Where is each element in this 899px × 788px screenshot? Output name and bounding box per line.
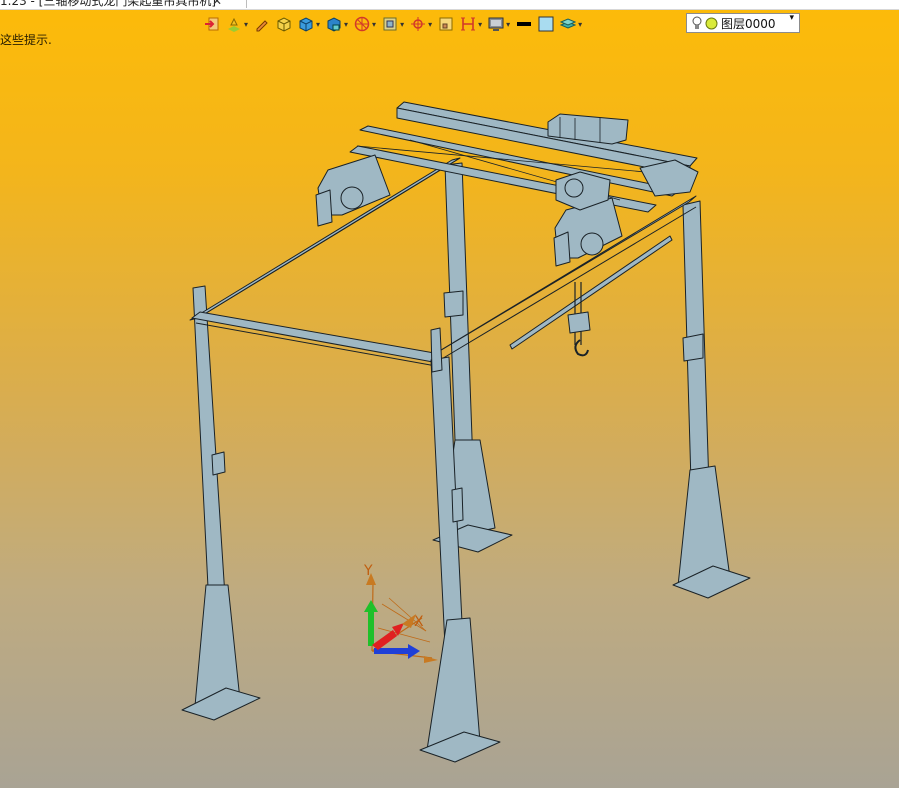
right-leg-gusset: [677, 465, 731, 587]
rear-bridge-girder: [396, 101, 698, 167]
left-carriage-plate: [315, 189, 333, 227]
front-leg-plate: [451, 487, 464, 523]
front-beam-edge: [195, 322, 437, 367]
left-drive-wheel: [340, 186, 364, 210]
left-leg-baseplate: [181, 687, 261, 721]
right-carriage-plate: [553, 231, 571, 267]
front-leg-gusset: [426, 617, 481, 751]
triad-y-label: Y: [363, 563, 373, 579]
front-leg-cap: [430, 327, 443, 373]
hook-block: [567, 311, 591, 334]
back-leg-plate: [443, 290, 464, 318]
model-viewport[interactable]: Y X: [0, 0, 899, 788]
coordinate-triad: Y X: [363, 563, 438, 663]
front-cross-beam: [191, 311, 441, 363]
left-leg-plate: [211, 451, 226, 476]
triad-x-label: X: [414, 614, 424, 630]
trolley-wheel: [564, 178, 584, 198]
crane-hook: [574, 339, 589, 357]
left-leg-gusset: [194, 584, 241, 707]
right-drive-wheel: [580, 232, 604, 256]
gantry-crane-model: [181, 101, 751, 763]
right-leg-plate: [682, 333, 704, 362]
